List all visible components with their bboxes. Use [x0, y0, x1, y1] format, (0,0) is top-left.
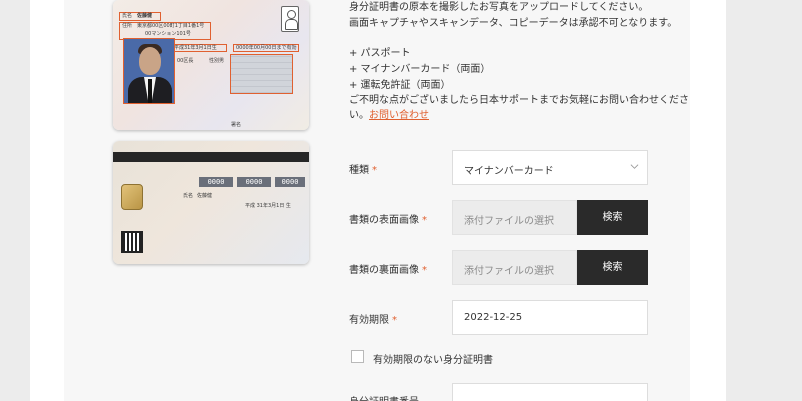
card-address-line1: 東京都00区00町1丁目1番1号 [137, 23, 205, 29]
magnetic-stripe [113, 152, 309, 162]
card-back-birth: 平成 31年3月1日 生 [245, 203, 291, 209]
card-number-group-2: 0000 [237, 177, 271, 187]
portrait-photo [123, 38, 175, 104]
front-image-label-text: 書類の表面画像 [349, 215, 419, 226]
back-image-file-field[interactable]: 添付ファイルの選択 [452, 250, 577, 285]
id-card-front-image: 氏名 佐藤健 住所 東京都00区00町1丁目1番1号 00マンション101号 平… [113, 0, 309, 130]
type-label-text: 種類 [349, 165, 369, 176]
no-expiry-label: 有効期限のない身分証明書 [373, 355, 493, 366]
type-label: 種類 * [349, 161, 377, 176]
card-city: 00区長 [177, 58, 194, 64]
person-pictogram-icon [281, 6, 299, 32]
instruction-line-2: 画面キャプチャやスキャンデータ、コピーデータは承認不可となります。 [349, 18, 678, 29]
expiry-date-value: 2022-12-25 [464, 312, 523, 323]
back-image-label-text: 書類の裏面画像 [349, 265, 419, 276]
required-mark: * [422, 215, 427, 226]
required-mark: * [392, 315, 397, 326]
doc-item-passport: + パスポート [349, 48, 411, 59]
doc-item-license: + 運転免許証（両面） [349, 80, 451, 91]
required-mark: * [372, 165, 377, 176]
back-image-search-button[interactable]: 検索 [577, 250, 648, 285]
help-text-line-2: い。お問い合わせ [349, 108, 649, 124]
card-number-group-1: 0000 [199, 177, 233, 187]
card-address-label: 住所 [122, 23, 133, 29]
no-expiry-checkbox[interactable] [351, 350, 364, 363]
chevron-down-icon [630, 164, 639, 169]
signature-area [230, 54, 293, 94]
qr-code-icon [121, 231, 143, 253]
card-back-name-value: 佐藤健 [197, 193, 213, 199]
expiry-date-input[interactable]: 2022-12-25 [452, 300, 648, 335]
card-number-group-3: 0000 [275, 177, 305, 187]
expiry-label: 有効期限 * [349, 311, 397, 326]
card-name-value: 佐藤健 [137, 13, 153, 19]
card-sex-label: 性別 [209, 58, 220, 64]
card-name-label: 氏名 [122, 13, 133, 19]
doc-item-mynumber: + マイナンバーカード（両面） [349, 64, 491, 75]
front-image-placeholder: 添付ファイルの選択 [464, 216, 554, 227]
front-image-label: 書類の表面画像 * [349, 211, 427, 226]
ic-chip-icon [121, 184, 143, 210]
back-image-label: 書類の裏面画像 * [349, 261, 427, 276]
type-select-value: マイナンバーカード [464, 166, 554, 177]
type-select[interactable]: マイナンバーカード [452, 150, 648, 185]
id-number-label: 身分証明書番号 [349, 393, 419, 401]
card-back-name-label: 氏名 [183, 193, 194, 199]
card-birth: 平成31年3月1日生 [174, 45, 217, 51]
expiry-label-text: 有効期限 [349, 315, 389, 326]
front-image-search-button[interactable]: 検索 [577, 200, 648, 235]
card-expiry: 0000年00月00日まで有効 [236, 45, 297, 51]
card-sex-value: 男 [219, 58, 225, 64]
front-image-file-field[interactable]: 添付ファイルの選択 [452, 200, 577, 235]
contact-link[interactable]: お問い合わせ [369, 110, 429, 121]
back-image-placeholder: 添付ファイルの選択 [464, 266, 554, 277]
card-address-line2: 00マンション101号 [145, 31, 191, 37]
help-text-prefix: い。 [349, 110, 369, 121]
required-mark: * [422, 265, 427, 276]
id-card-back-image: 0000 0000 0000 氏名 佐藤健 平成 31年3月1日 生 [113, 141, 309, 264]
id-number-input[interactable] [452, 383, 648, 401]
help-text-line-1: ご不明な点がございましたら日本サポートまでお気軽にお問い合わせくださ [349, 95, 689, 106]
card-seal-label: 署名 [231, 122, 242, 128]
instruction-line-1: 身分証明書の原本を撮影したお写真をアップロードしてください。 [349, 2, 649, 13]
